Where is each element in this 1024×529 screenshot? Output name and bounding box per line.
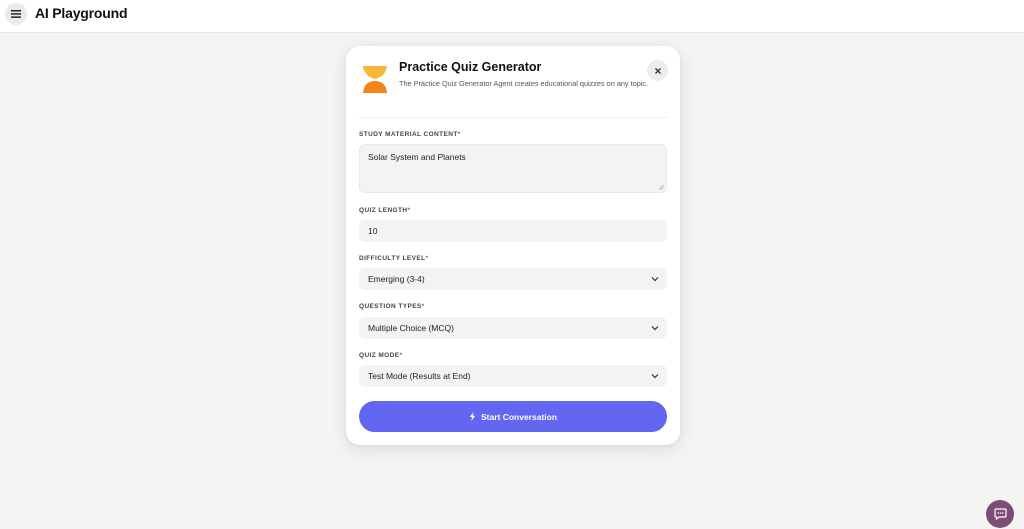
question-types-label: QUESTION TYPES* xyxy=(359,303,425,310)
quiz-length-input[interactable]: 10 xyxy=(359,220,667,242)
lightning-bolt-icon xyxy=(469,412,476,421)
required-mark: * xyxy=(425,255,429,262)
hamburger-menu-icon xyxy=(11,10,21,18)
study-material-value: Solar System and Planets xyxy=(368,152,466,162)
required-mark: * xyxy=(457,131,461,138)
quiz-mode-label: QUIZ MODE* xyxy=(359,352,403,359)
chat-fab-button[interactable] xyxy=(986,500,1014,528)
quiz-mode-value: Test Mode (Results at End) xyxy=(368,371,471,381)
resize-grip-icon[interactable] xyxy=(658,184,664,190)
study-material-textarea[interactable]: Solar System and Planets xyxy=(359,144,667,193)
menu-button[interactable] xyxy=(5,3,27,25)
quiz-length-label: QUIZ LENGTH* xyxy=(359,207,411,214)
close-icon xyxy=(654,67,661,74)
header-divider xyxy=(359,117,667,118)
difficulty-level-label: DIFFICULTY LEVEL* xyxy=(359,255,429,262)
start-conversation-button[interactable]: Start Conversation xyxy=(359,401,667,432)
modal-description: The Practice Quiz Generator Agent create… xyxy=(399,79,649,88)
top-bar: AI Playground xyxy=(0,0,1024,33)
chevron-down-icon xyxy=(651,326,659,331)
chat-bubble-icon xyxy=(993,508,1007,520)
required-mark: * xyxy=(399,352,403,359)
chevron-down-icon xyxy=(651,374,659,379)
quiz-generator-logo-icon xyxy=(363,66,387,93)
quiz-generator-modal: Practice Quiz Generator The Practice Qui… xyxy=(346,46,680,445)
start-conversation-label: Start Conversation xyxy=(480,411,558,422)
required-mark: * xyxy=(421,303,425,310)
quiz-length-value: 10 xyxy=(368,226,378,236)
difficulty-level-value: Emerging (3-4) xyxy=(368,274,425,284)
app-title: AI Playground xyxy=(35,5,128,21)
study-material-label: STUDY MATERIAL CONTENT* xyxy=(359,131,461,138)
quiz-mode-select[interactable]: Test Mode (Results at End) xyxy=(359,365,667,387)
close-button[interactable] xyxy=(647,60,668,81)
required-mark: * xyxy=(407,207,411,214)
modal-title: Practice Quiz Generator xyxy=(399,60,542,74)
question-types-select[interactable]: Multiple Choice (MCQ) xyxy=(359,317,667,339)
chevron-down-icon xyxy=(651,277,659,282)
question-types-value: Multiple Choice (MCQ) xyxy=(368,323,454,333)
difficulty-level-select[interactable]: Emerging (3-4) xyxy=(359,268,667,290)
